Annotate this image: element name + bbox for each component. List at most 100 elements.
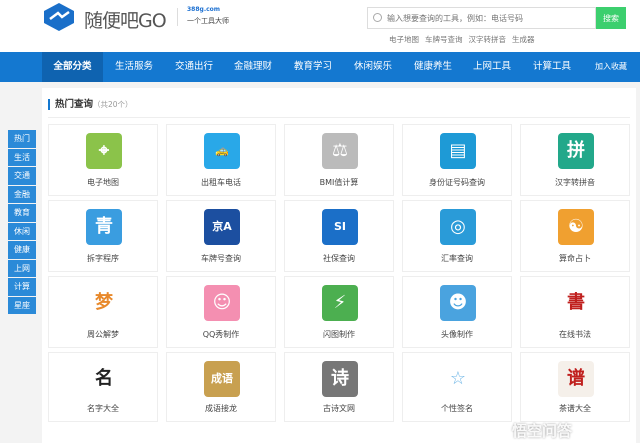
sidebar-item-traffic[interactable]: 交通 [8,167,36,185]
tool-card[interactable]: 🚕 出租车电话 [166,124,276,196]
tool-label: QQ秀制作 [202,330,240,339]
nav-calc[interactable]: 计算工具 [524,52,580,82]
hot-link[interactable]: 车牌号查询 [425,35,463,44]
tool-label: 头像制作 [441,330,473,339]
section-title-text: 热门查询 [55,99,94,110]
nav-internet[interactable]: 上网工具 [464,52,520,82]
globe-icon: ◎ [440,209,476,245]
nav-finance[interactable]: 金融理财 [225,52,281,82]
name-icon: 名 [86,361,122,397]
tool-label: 算命占卜 [559,254,591,263]
tool-card[interactable]: ▤ 身份证号码查询 [402,124,512,196]
tool-label: 个性签名 [441,404,473,413]
hot-link[interactable]: 生成器 [512,35,535,44]
tool-card[interactable]: ⚡ 闪图制作 [284,276,394,348]
nav-traffic[interactable]: 交通出行 [166,52,222,82]
hot-link[interactable]: 汉字转拼音 [469,35,507,44]
magic-wand-icon: ☆ [440,361,476,397]
sidebar-item-horoscope[interactable]: 星座 [8,296,36,314]
calligraphy-icon: 書 [558,285,594,321]
tool-label: 汉字转拼音 [555,178,595,187]
sidebar-item-education[interactable]: 教育 [8,204,36,222]
tool-label: 周公解梦 [87,330,119,339]
dream-icon: 梦 [86,285,122,321]
license-plate-icon: 京A [204,209,240,245]
tool-card[interactable]: ☻ 头像制作 [402,276,512,348]
tool-label: 茶谱大全 [559,404,591,413]
tool-label: 拆字程序 [87,254,119,263]
tool-label: BMI值计算 [319,178,359,187]
nav-all[interactable]: 全部分类 [42,52,103,82]
fortune-icon: ☯ [558,209,594,245]
header: 随便吧GO 388g.com 一个工具大师 搜索 电子地图车牌号查询汉字转拼音生… [0,0,640,52]
section-count: （共20个） [93,100,133,109]
tool-card[interactable]: ⚖ BMI值计算 [284,124,394,196]
search-input[interactable] [387,11,592,26]
tool-card[interactable]: 诗古诗文网 [284,352,394,422]
tool-card[interactable]: 京A 车牌号查询 [166,200,276,272]
tool-card[interactable]: 青拆字程序 [48,200,158,272]
search-icon [373,13,382,22]
tool-label: 在线书法 [559,330,591,339]
tool-label: 成语接龙 [205,404,237,413]
pinyin-icon: 拼 [558,133,594,169]
map-icon: ⌖ [86,133,122,169]
slogan: 一个工具大师 [187,17,229,25]
tool-label: 车牌号查询 [201,254,241,263]
avatar-icon: ☻ [440,285,476,321]
nav-life[interactable]: 生活服务 [106,52,162,82]
hot-links: 电子地图 车牌号查询 汉字转拼音 生成器 [389,34,541,45]
tool-label: 社保查询 [323,254,355,263]
tool-card[interactable]: ⌖ 电子地图 [48,124,158,196]
tool-card[interactable]: ◎ 汇率查询 [402,200,512,272]
tool-card[interactable]: 梦周公解梦 [48,276,158,348]
search-box [367,7,596,29]
qq-show-icon: ☺ [204,285,240,321]
tool-label: 电子地图 [87,178,119,187]
idiom-book-icon: 成语 [204,361,240,397]
hot-link[interactable]: 电子地图 [389,35,419,44]
tool-card[interactable]: ☺ QQ秀制作 [166,276,276,348]
nav-education[interactable]: 教育学习 [285,52,341,82]
sidebar-item-hot[interactable]: 热门 [8,130,36,148]
tool-card[interactable]: 拼汉字转拼音 [520,124,630,196]
tool-label: 闪图制作 [323,330,355,339]
tool-card[interactable]: 谱茶谱大全 [520,352,630,422]
tool-card[interactable]: 書在线书法 [520,276,630,348]
sidebar-item-internet[interactable]: 上网 [8,259,36,277]
recipe-icon: 谱 [558,361,594,397]
sidebar-item-life[interactable]: 生活 [8,148,36,166]
scale-icon: ⚖ [322,133,358,169]
flash-icon: ⚡ [322,285,358,321]
site-domain: 388g.com [187,6,221,13]
sidebar: 热门 生活 交通 金融 教育 休闲 健康 上网 计算 星座 [8,130,36,315]
social-security-icon: SI [322,209,358,245]
main-nav: 全部分类 生活服务 交通出行 金融理财 教育学习 休闲娱乐 健康养生 上网工具 … [0,52,640,82]
divider [48,117,630,118]
divider [177,8,178,26]
tool-label: 身份证号码查询 [429,178,485,187]
split-char-icon: 青 [86,209,122,245]
nav-health[interactable]: 健康养生 [405,52,461,82]
logo-icon [44,3,74,31]
logo-text[interactable]: 随便吧GO [84,6,167,33]
tool-card[interactable]: 成语 成语接龙 [166,352,276,422]
tool-card[interactable]: ☆ 个性签名 [402,352,512,422]
tool-label: 古诗文网 [323,404,355,413]
watermark: 悟空问答 [512,422,573,440]
tool-card[interactable]: SI 社保查询 [284,200,394,272]
sidebar-item-health[interactable]: 健康 [8,241,36,259]
sidebar-item-finance[interactable]: 金融 [8,185,36,203]
sidebar-item-leisure[interactable]: 休闲 [8,222,36,240]
tool-card[interactable]: 名名字大全 [48,352,158,422]
poem-icon: 诗 [322,361,358,397]
search-button[interactable]: 搜索 [596,7,626,29]
section-title: 热门查询（共20个） [48,99,133,110]
id-card-icon: ▤ [440,133,476,169]
sidebar-item-calc[interactable]: 计算 [8,278,36,296]
tool-label: 汇率查询 [441,254,473,263]
nav-leisure[interactable]: 休闲娱乐 [345,52,401,82]
taxi-icon: 🚕 [204,133,240,169]
nav-bookmark[interactable]: 加入收藏 [586,52,636,82]
tool-card[interactable]: ☯ 算命占卜 [520,200,630,272]
